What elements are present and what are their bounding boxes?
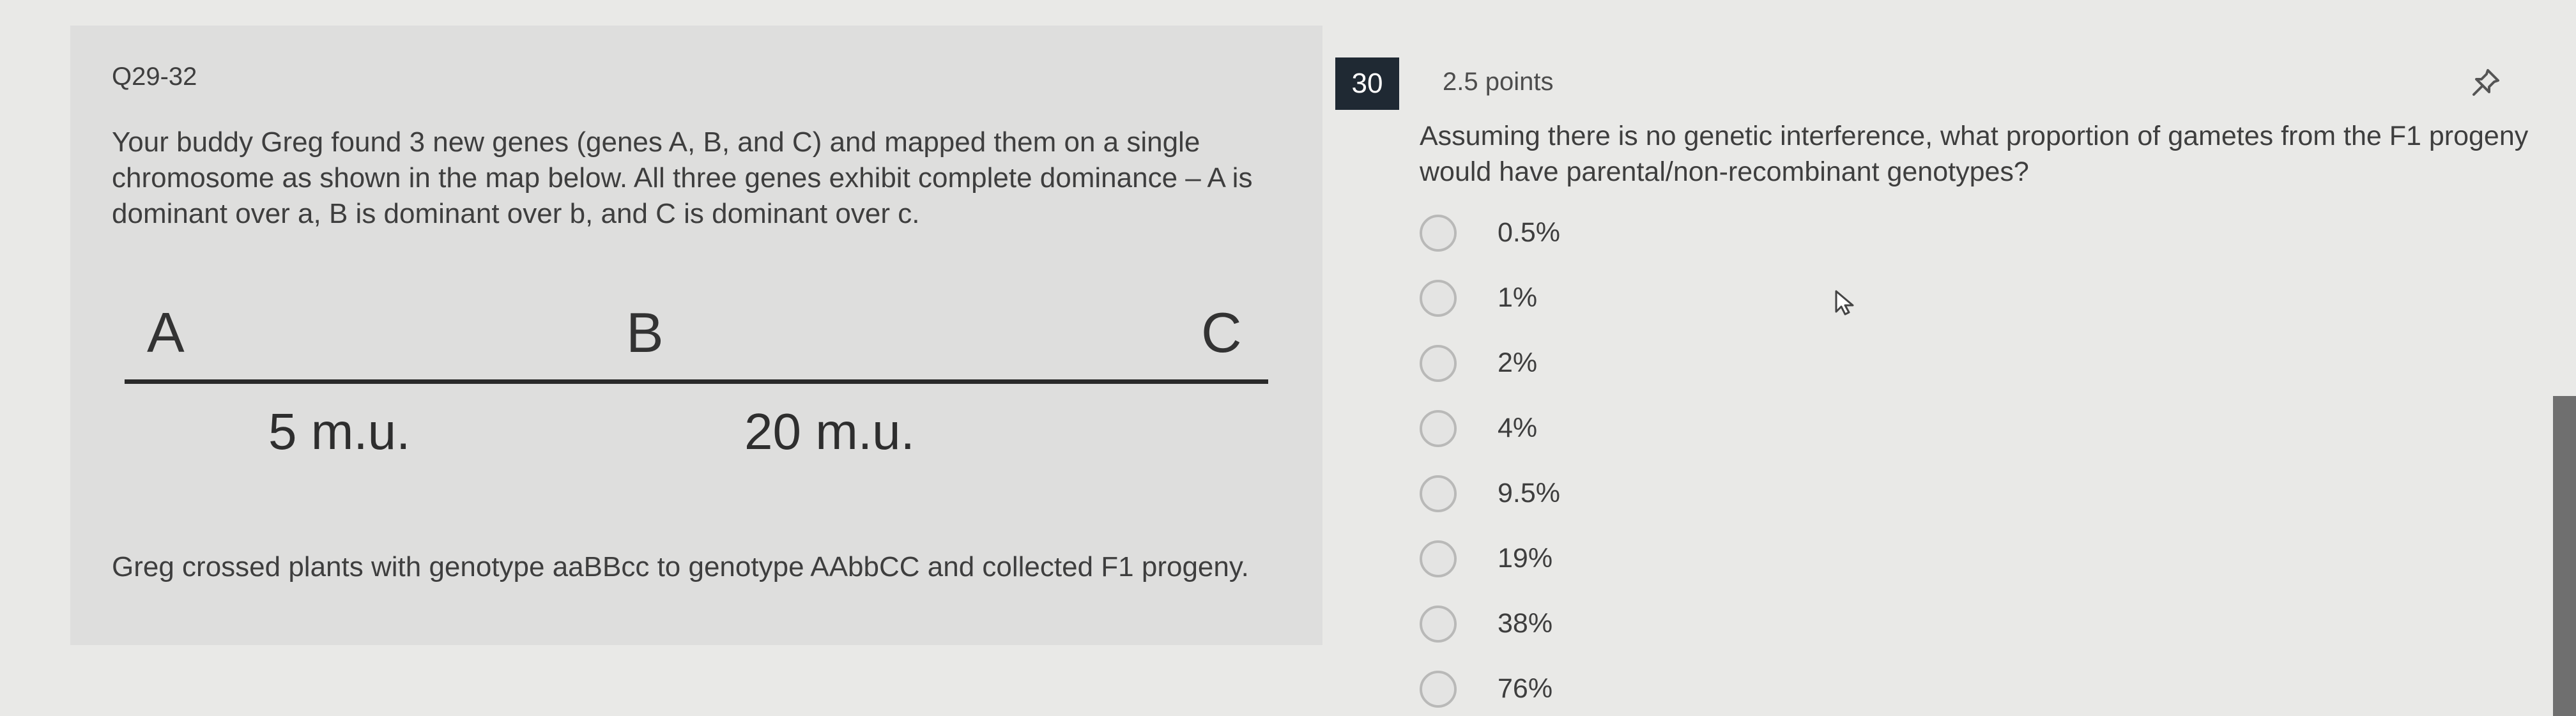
answer-option[interactable]: 0.5% — [1420, 211, 1739, 255]
answer-option-label[interactable]: 0.5% — [1498, 217, 1560, 248]
answer-option[interactable]: 76% — [1420, 667, 1739, 712]
stimulus-paragraph-intro: Your buddy Greg found 3 new genes (genes… — [112, 126, 1253, 229]
radio-button[interactable] — [1420, 345, 1457, 382]
answer-option[interactable]: 4% — [1420, 406, 1739, 451]
gene-c-label: C — [1201, 301, 1242, 364]
stimulus-paragraph-cross: Greg crossed plants with genotype aaBBcc… — [112, 551, 1249, 583]
answer-option[interactable]: 19% — [1420, 537, 1739, 581]
radio-button[interactable] — [1420, 410, 1457, 447]
question-stem: Assuming there is no genetic interferenc… — [1420, 121, 2529, 187]
stimulus-title: Q29-32 — [112, 63, 197, 91]
scrollbar[interactable] — [2553, 396, 2576, 716]
pin-icon[interactable] — [2466, 64, 2504, 102]
stimulus-panel: Q29-32 Your buddy Greg found 3 new genes… — [70, 26, 1322, 645]
answer-option-label[interactable]: 9.5% — [1498, 478, 1560, 509]
answer-option-label[interactable]: 38% — [1498, 608, 1552, 639]
distance-ab-label: 5 m.u. — [268, 403, 411, 460]
gene-a-label: A — [147, 301, 185, 364]
answer-option-label[interactable]: 2% — [1498, 347, 1537, 379]
question-number-badge: 30 — [1335, 57, 1399, 110]
answer-option-label[interactable]: 19% — [1498, 543, 1552, 574]
gene-b-label: B — [626, 301, 664, 364]
answer-option-label[interactable]: 4% — [1498, 413, 1537, 444]
radio-button[interactable] — [1420, 540, 1457, 577]
mouse-cursor-icon — [1832, 289, 1858, 317]
answer-option[interactable]: 1% — [1420, 276, 1739, 321]
radio-button[interactable] — [1420, 280, 1457, 317]
radio-button[interactable] — [1420, 215, 1457, 252]
quiz-page: Q29-32 Your buddy Greg found 3 new genes… — [0, 0, 2576, 716]
radio-button[interactable] — [1420, 671, 1457, 708]
radio-button[interactable] — [1420, 606, 1457, 643]
question-points: 2.5 points — [1443, 68, 1554, 96]
chromosome-line — [125, 379, 1268, 384]
answer-option[interactable]: 2% — [1420, 341, 1739, 386]
answer-option-label[interactable]: 1% — [1498, 282, 1537, 314]
answer-option[interactable]: 38% — [1420, 602, 1739, 646]
radio-button[interactable] — [1420, 475, 1457, 512]
distance-bc-label: 20 m.u. — [744, 403, 915, 460]
answer-option[interactable]: 9.5% — [1420, 471, 1739, 516]
answer-option-label[interactable]: 76% — [1498, 673, 1552, 705]
